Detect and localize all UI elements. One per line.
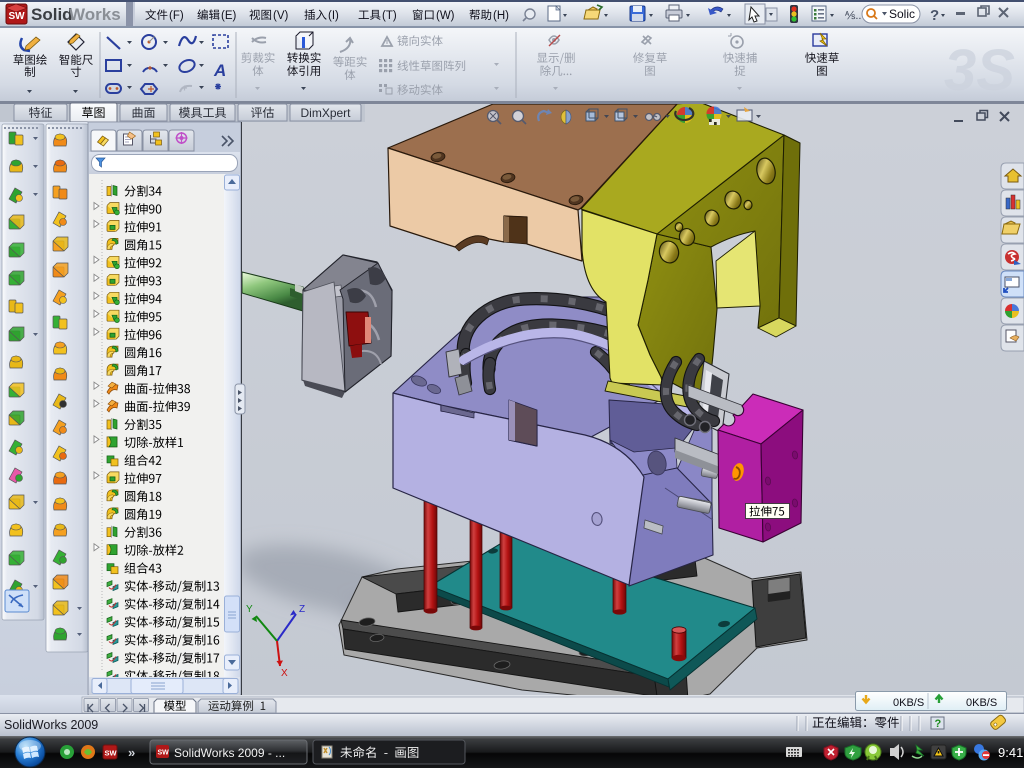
svg-text:SolidWorks 2009: SolidWorks 2009 — [4, 718, 98, 732]
svg-text:?: ? — [935, 718, 942, 730]
svg-text:(F): (F) — [169, 10, 184, 22]
svg-text:(W): (W) — [436, 10, 455, 22]
svg-text:»: » — [128, 745, 135, 760]
svg-text:⅍..: ⅍.. — [844, 10, 861, 22]
svg-text:SolidWorks 2009 - ...: SolidWorks 2009 - ... — [174, 746, 285, 760]
svg-text:(T): (T) — [382, 10, 397, 22]
svg-text:Y: Y — [246, 604, 253, 615]
svg-text:SW: SW — [9, 11, 26, 22]
svg-text:0KB/S: 0KB/S — [893, 697, 924, 709]
svg-text:9:41: 9:41 — [998, 745, 1023, 760]
svg-text:SW: SW — [105, 749, 118, 758]
svg-text:(V): (V) — [273, 10, 289, 22]
svg-text:DimXpert: DimXpert — [300, 106, 351, 120]
svg-text:SW: SW — [158, 750, 170, 757]
svg-text:(I): (I) — [328, 10, 339, 22]
svg-text:?: ? — [930, 7, 939, 24]
svg-text:(E): (E) — [221, 10, 237, 22]
svg-text:Z: Z — [299, 604, 305, 615]
svg-text:A: A — [213, 61, 226, 80]
svg-text:3S: 3S — [944, 38, 1015, 103]
svg-text:(H): (H) — [493, 10, 509, 22]
svg-text:Solic: Solic — [889, 7, 915, 21]
svg-text:X: X — [281, 668, 288, 679]
svg-text:Works: Works — [69, 5, 121, 24]
svg-text:0KB/S: 0KB/S — [966, 697, 997, 709]
svg-text:Solid: Solid — [31, 5, 73, 24]
